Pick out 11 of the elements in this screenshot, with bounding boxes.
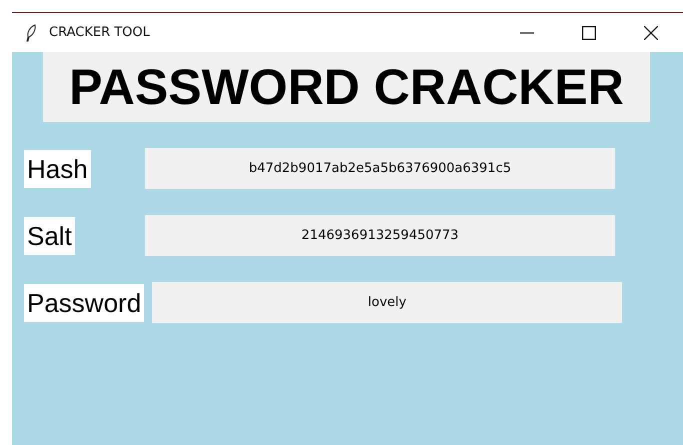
field-label: Salt [24, 216, 75, 254]
window-title: CRACKER TOOL [49, 25, 150, 40]
input-field[interactable]: lovely [152, 282, 622, 323]
field-label: Password [24, 284, 144, 322]
feather-icon [25, 24, 37, 42]
input-field[interactable]: b47d2b9017ab2e5a5b6376900a6391c5 [145, 148, 615, 189]
maximize-icon[interactable] [582, 26, 596, 40]
close-icon[interactable] [644, 26, 658, 40]
input-field[interactable]: 2146936913259450773 [145, 215, 615, 256]
app-heading: PASSWORD CRACKER [43, 52, 650, 122]
field-label: Hash [24, 150, 91, 188]
